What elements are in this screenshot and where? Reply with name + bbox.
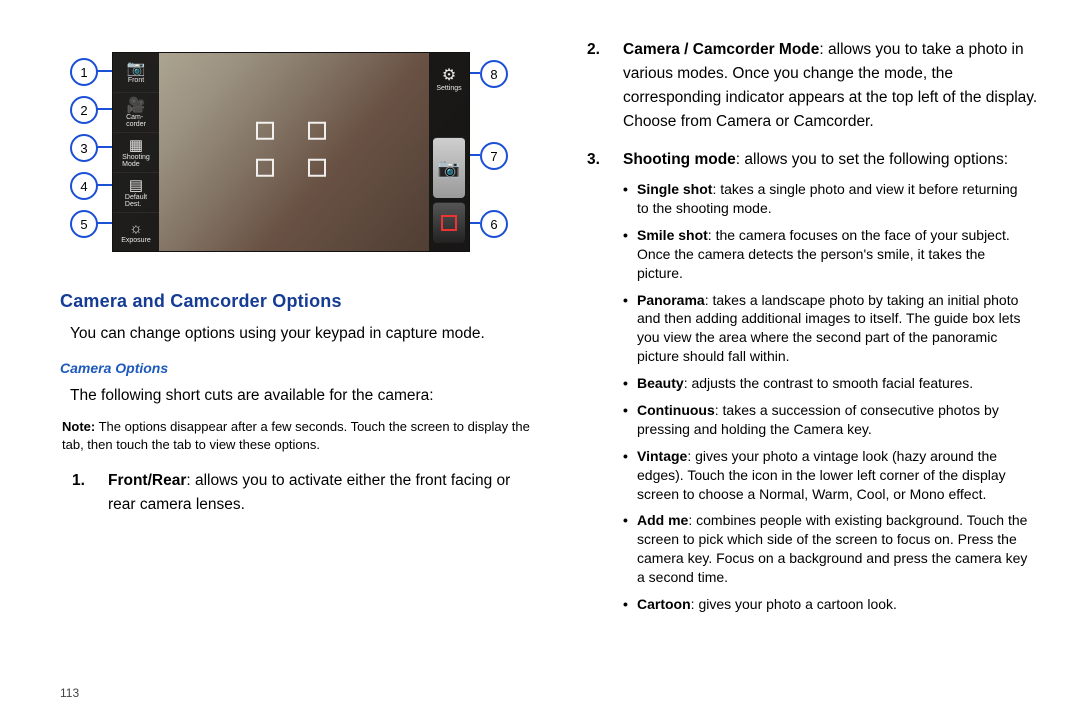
shooting-mode-bullets: Single shot: takes a single photo and vi…: [623, 180, 1042, 614]
bullet-item: Smile shot: the camera focuses on the fa…: [623, 226, 1042, 283]
list-number: 3.: [587, 148, 600, 172]
bullet-item: Vintage: gives your photo a vintage look…: [623, 447, 1042, 504]
option-name: Camera / Camcorder Mode: [623, 41, 819, 58]
bullet-name: Single shot: [637, 181, 712, 197]
left-column: 1 2 3 4 5 8 7 6 📷 Front: [60, 34, 565, 710]
bullet-item: Cartoon: gives your photo a cartoon look…: [623, 595, 1042, 614]
default-dest-label: Default Dest.: [125, 194, 147, 208]
callout-5: 5: [70, 210, 98, 238]
callout-line: [470, 222, 480, 224]
settings-button: ⚙ Settings: [429, 53, 469, 103]
callout-7: 7: [480, 142, 508, 170]
callout-3: 3: [70, 134, 98, 162]
camera-diagram: 1 2 3 4 5 8 7 6 📷 Front: [60, 34, 500, 269]
bullet-name: Panorama: [637, 292, 705, 308]
bullet-name: Add me: [637, 512, 688, 528]
section-heading: Camera and Camcorder Options: [60, 291, 535, 312]
callout-6: 6: [480, 210, 508, 238]
callout-line: [96, 70, 112, 72]
bullet-desc: : combines people with existing backgrou…: [637, 512, 1027, 585]
note-block: Note: The options disappear after a few …: [60, 418, 535, 453]
callout-line: [96, 146, 112, 148]
storage-icon: ▤: [129, 178, 143, 193]
spacer: [429, 103, 469, 133]
shooting-mode-label: Shooting Mode: [122, 154, 150, 168]
bullet-item: Add me: combines people with existing ba…: [623, 511, 1042, 587]
note-text: The options disappear after a few second…: [62, 419, 530, 452]
note-label: Note:: [62, 419, 95, 434]
exposure-label: Exposure: [121, 237, 151, 244]
video-icon: 🎥: [127, 98, 146, 113]
options-list-right: 2. Camera / Camcorder Mode : allows you t…: [575, 38, 1050, 614]
callout-line: [96, 184, 112, 186]
camera-screen: 📷 Front 🎥 Cam- corder ▦ Shooting Mode ▤ …: [112, 52, 470, 252]
right-icon-strip: ⚙ Settings 📷: [429, 53, 469, 251]
callout-8: 8: [480, 60, 508, 88]
list-number: 2.: [587, 38, 600, 62]
callout-1: 1: [70, 58, 98, 86]
intro-text: You can change options using your keypad…: [70, 322, 535, 346]
manual-page: 1 2 3 4 5 8 7 6 📷 Front: [0, 0, 1080, 720]
callout-4: 4: [70, 172, 98, 200]
bullet-name: Beauty: [637, 375, 684, 391]
front-label: Front: [128, 77, 144, 84]
bullet-name: Smile shot: [637, 227, 708, 243]
page-number: 113: [60, 686, 79, 700]
focus-bracket: [256, 122, 326, 177]
option-name: Front/Rear: [108, 472, 186, 489]
camcorder-label: Cam- corder: [126, 114, 146, 128]
option-item-3: 3. Shooting mode: allows you to set the …: [575, 148, 1050, 614]
option-item-1: 1. Front/Rear: allows you to activate ei…: [60, 469, 535, 517]
shutter-button: 📷: [433, 137, 465, 198]
right-column: 2. Camera / Camcorder Mode : allows you t…: [565, 34, 1050, 710]
option-name: Shooting mode: [623, 151, 736, 168]
front-rear-icon: 📷 Front: [113, 53, 159, 92]
camcorder-icon: 🎥 Cam- corder: [113, 92, 159, 132]
bullet-desc: : gives your photo a vintage look (hazy …: [637, 448, 1006, 502]
callout-line: [470, 154, 480, 156]
default-dest-icon: ▤ Default Dest.: [113, 172, 159, 212]
bullet-item: Panorama: takes a landscape photo by tak…: [623, 291, 1042, 367]
bullet-item: Beauty: adjusts the contrast to smooth f…: [623, 374, 1042, 393]
callout-2: 2: [70, 96, 98, 124]
bullet-name: Continuous: [637, 402, 715, 418]
subsection-heading: Camera Options: [60, 360, 535, 376]
left-icon-strip: 📷 Front 🎥 Cam- corder ▦ Shooting Mode ▤ …: [113, 53, 159, 251]
brightness-icon: ☼: [129, 221, 143, 236]
grid-icon: ▦: [129, 138, 143, 153]
gear-icon: ⚙: [442, 65, 456, 85]
camera-icon: 📷: [438, 158, 460, 179]
bullet-item: Single shot: takes a single photo and vi…: [623, 180, 1042, 218]
option-item-2: 2. Camera / Camcorder Mode: allows you t…: [575, 38, 1050, 134]
bullet-desc: : gives your photo a cartoon look.: [691, 596, 897, 612]
callout-line: [470, 72, 480, 74]
bullet-desc: : adjusts the contrast to smooth facial …: [684, 375, 973, 391]
callout-line: [96, 108, 112, 110]
bullet-item: Continuous: takes a succession of consec…: [623, 401, 1042, 439]
options-list-left: 1. Front/Rear: allows you to activate ei…: [60, 469, 535, 517]
bullet-name: Vintage: [637, 448, 687, 464]
bullet-name: Cartoon: [637, 596, 691, 612]
shortcuts-intro: The following short cuts are available f…: [70, 384, 535, 408]
option-desc: : allows you to set the following option…: [736, 151, 1008, 168]
settings-label: Settings: [436, 85, 461, 92]
camera-icon: 📷: [127, 61, 146, 76]
callout-line: [96, 222, 112, 224]
list-number: 1.: [72, 469, 85, 493]
record-button: [433, 202, 465, 243]
shooting-mode-icon: ▦ Shooting Mode: [113, 132, 159, 172]
exposure-icon: ☼ Exposure: [113, 212, 159, 252]
